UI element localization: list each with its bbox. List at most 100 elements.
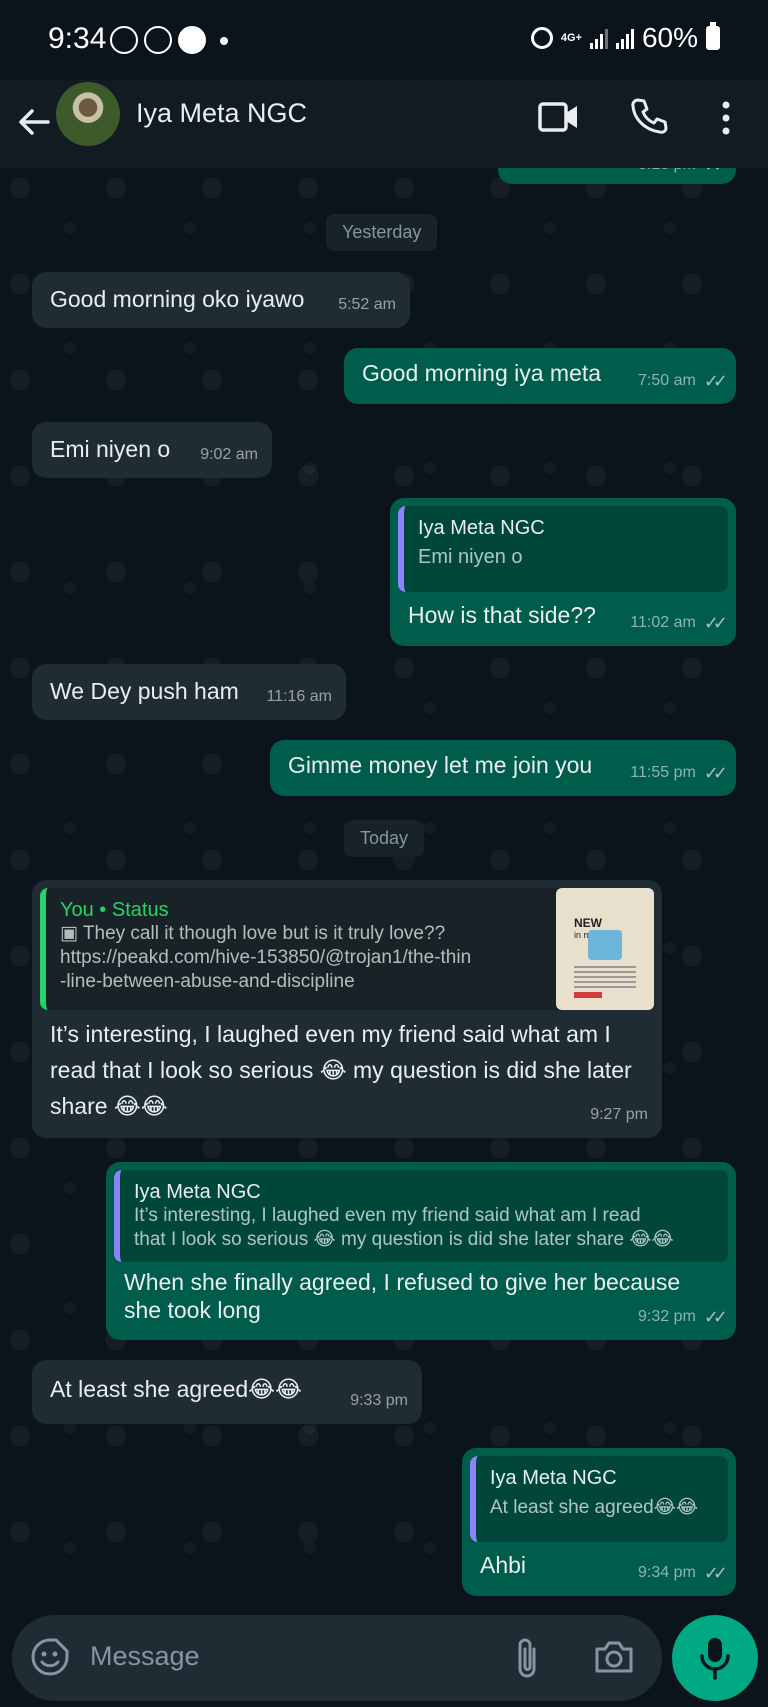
quoted-message[interactable]: Iya Meta NGC At least she agreed😂😂	[470, 1456, 728, 1542]
message-text: At least she agreed😂😂	[50, 1376, 302, 1402]
message-text: Gimme money let me join you	[288, 752, 593, 778]
quote-sender: Iya Meta NGC	[418, 517, 545, 539]
read-ticks-icon: ✓✓	[703, 763, 728, 783]
message-incoming[interactable]: Emi niyen o 9:02 am	[32, 422, 272, 478]
camera-icon[interactable]	[594, 1639, 634, 1675]
quote-sender: You • Status	[60, 899, 169, 921]
message-time: 11:02 am	[630, 614, 696, 631]
message-text: It’s interesting, I laughed even my frie…	[40, 1010, 654, 1124]
quote-link-line1: https://peakd.com/hive-153850/@trojan1/t…	[60, 947, 472, 968]
message-outgoing-reply[interactable]: Iya Meta NGC Emi niyen o How is that sid…	[390, 498, 736, 646]
message-placeholder: Message	[90, 1641, 200, 1671]
message-time: 5:52 am	[338, 296, 396, 313]
quoted-message[interactable]: Iya Meta NGC Emi niyen o	[398, 506, 728, 592]
message-time: 9:02 am	[200, 446, 258, 463]
message-text: Good morning oko iyawo	[50, 286, 305, 312]
message-time: 9:34 pm	[638, 1564, 696, 1581]
video-call-icon[interactable]	[538, 100, 580, 134]
thumb-text-lines	[574, 966, 636, 988]
back-arrow-icon[interactable]	[14, 102, 54, 142]
message-meta: 11:02 am ✓✓	[630, 608, 728, 638]
message-meta: 8:18 pm ✓✓	[638, 168, 728, 180]
message-incoming-status-reply[interactable]: You • Status ▣ They call it though love …	[32, 880, 662, 1138]
image-icon: ▣	[60, 923, 78, 944]
microphone-icon	[700, 1638, 730, 1680]
chat-area[interactable]: 8:18 pm ✓✓ Yesterday Good morning oko iy…	[0, 168, 768, 1607]
read-ticks-icon: ✓✓	[703, 371, 728, 391]
date-chip-yesterday: Yesterday	[326, 214, 438, 251]
chat-bubble-icon	[178, 26, 206, 54]
whatsapp-icon	[144, 26, 172, 54]
battery-percent: 60%	[641, 22, 698, 53]
message-time: 9:33 pm	[350, 1392, 408, 1409]
message-text: Good morning iya meta	[362, 360, 602, 386]
quote-sender: Iya Meta NGC	[134, 1181, 261, 1203]
message-time: 7:50 am	[638, 372, 696, 389]
message-outgoing[interactable]: Gimme money let me join you 11:55 pm ✓✓	[270, 740, 736, 796]
read-ticks-icon: ✓✓	[703, 613, 728, 633]
message-meta: 7:50 am ✓✓	[638, 366, 728, 396]
read-ticks-icon: ✓✓	[703, 1307, 728, 1327]
quote-text: At least she agreed😂😂	[490, 1497, 699, 1518]
quote-sender: Iya Meta NGC	[490, 1467, 617, 1489]
message-time: 11:55 pm	[630, 764, 696, 781]
message-text-line: she took long	[124, 1297, 261, 1323]
message-text: When she finally agreed, I refused to gi…	[114, 1262, 728, 1324]
read-ticks-icon: ✓✓	[704, 168, 728, 180]
message-incoming[interactable]: At least she agreed😂😂 9:33 pm	[32, 1360, 422, 1424]
message-input-bar: Message	[0, 1607, 768, 1707]
quoted-message[interactable]: Iya Meta NGC It’s interesting, I laughed…	[114, 1170, 728, 1262]
message-meta: 9:34 pm ✓✓	[638, 1558, 728, 1588]
attach-paperclip-icon[interactable]	[512, 1635, 542, 1681]
more-notifications-dot	[220, 37, 228, 45]
message-outgoing-reply[interactable]: Iya Meta NGC It’s interesting, I laughed…	[106, 1162, 736, 1340]
quote-caption: They call it though love but is it truly…	[82, 923, 446, 944]
message-meta: 9:32 pm ✓✓	[638, 1302, 728, 1332]
message-meta: 11:55 pm ✓✓	[630, 758, 728, 788]
message-time: 8:18 pm	[638, 168, 696, 180]
message-meta: 9:02 am	[200, 440, 258, 470]
more-options-icon[interactable]	[716, 98, 736, 138]
network-type: 4G+	[560, 32, 582, 44]
message-time: 9:27 pm	[590, 1106, 648, 1123]
message-meta: 5:52 am	[338, 290, 396, 320]
message-meta: 9:33 pm	[350, 1386, 408, 1416]
quote-text-line: that I look so serious 😂 my question is …	[134, 1229, 674, 1250]
quote-link-line2: -line-between-abuse-and-discipline	[60, 971, 355, 992]
chat-header: Iya Meta NGC	[0, 80, 768, 168]
message-outgoing[interactable]: Good morning iya meta 7:50 am ✓✓	[344, 348, 736, 404]
date-chip-today: Today	[344, 820, 425, 857]
status-time: 9:34	[48, 22, 107, 55]
message-meta: 11:16 am	[266, 682, 332, 712]
message-text-line: share 😂😂	[50, 1093, 168, 1119]
quote-text-line: It’s interesting, I laughed even my frie…	[134, 1205, 641, 1226]
status-bar: 9:34 4G+ 60%	[0, 0, 768, 80]
message-outgoing-partial[interactable]: 8:18 pm ✓✓	[498, 168, 736, 184]
alarm-icon	[530, 27, 553, 49]
signal-1-icon	[589, 27, 608, 49]
message-time: 11:16 am	[266, 688, 332, 705]
message-meta: 9:27 pm	[590, 1100, 648, 1130]
message-text-line: read that I look so serious 😂 my questio…	[50, 1057, 632, 1083]
message-input[interactable]: Message	[12, 1615, 662, 1701]
message-incoming[interactable]: We Dey push ham 11:16 am	[32, 664, 346, 720]
avatar[interactable]	[56, 82, 120, 146]
signal-2-icon	[615, 27, 634, 49]
status-right: 4G+ 60%	[530, 22, 720, 54]
battery-icon	[706, 22, 720, 50]
contact-name[interactable]: Iya Meta NGC	[136, 98, 307, 129]
voice-call-icon[interactable]	[628, 96, 668, 136]
quote-caption-row: ▣ They call it though love but is it tru…	[60, 922, 542, 946]
thumb-image	[588, 930, 622, 960]
message-text-line: When she finally agreed, I refused to gi…	[124, 1269, 681, 1295]
emoji-sticker-icon[interactable]	[30, 1637, 70, 1677]
message-text: Emi niyen o	[50, 436, 171, 462]
thumb-red-bar	[574, 992, 602, 998]
message-time: 9:32 pm	[638, 1308, 696, 1325]
message-outgoing-reply[interactable]: Iya Meta NGC At least she agreed😂😂 Ahbi …	[462, 1448, 736, 1596]
voice-record-button[interactable]	[672, 1615, 758, 1701]
quote-text: Emi niyen o	[418, 546, 523, 568]
status-thumbnail[interactable]: NEW in my blog	[556, 888, 654, 1010]
message-incoming[interactable]: Good morning oko iyawo 5:52 am	[32, 272, 410, 328]
message-text-line: It’s interesting, I laughed even my frie…	[50, 1021, 611, 1047]
